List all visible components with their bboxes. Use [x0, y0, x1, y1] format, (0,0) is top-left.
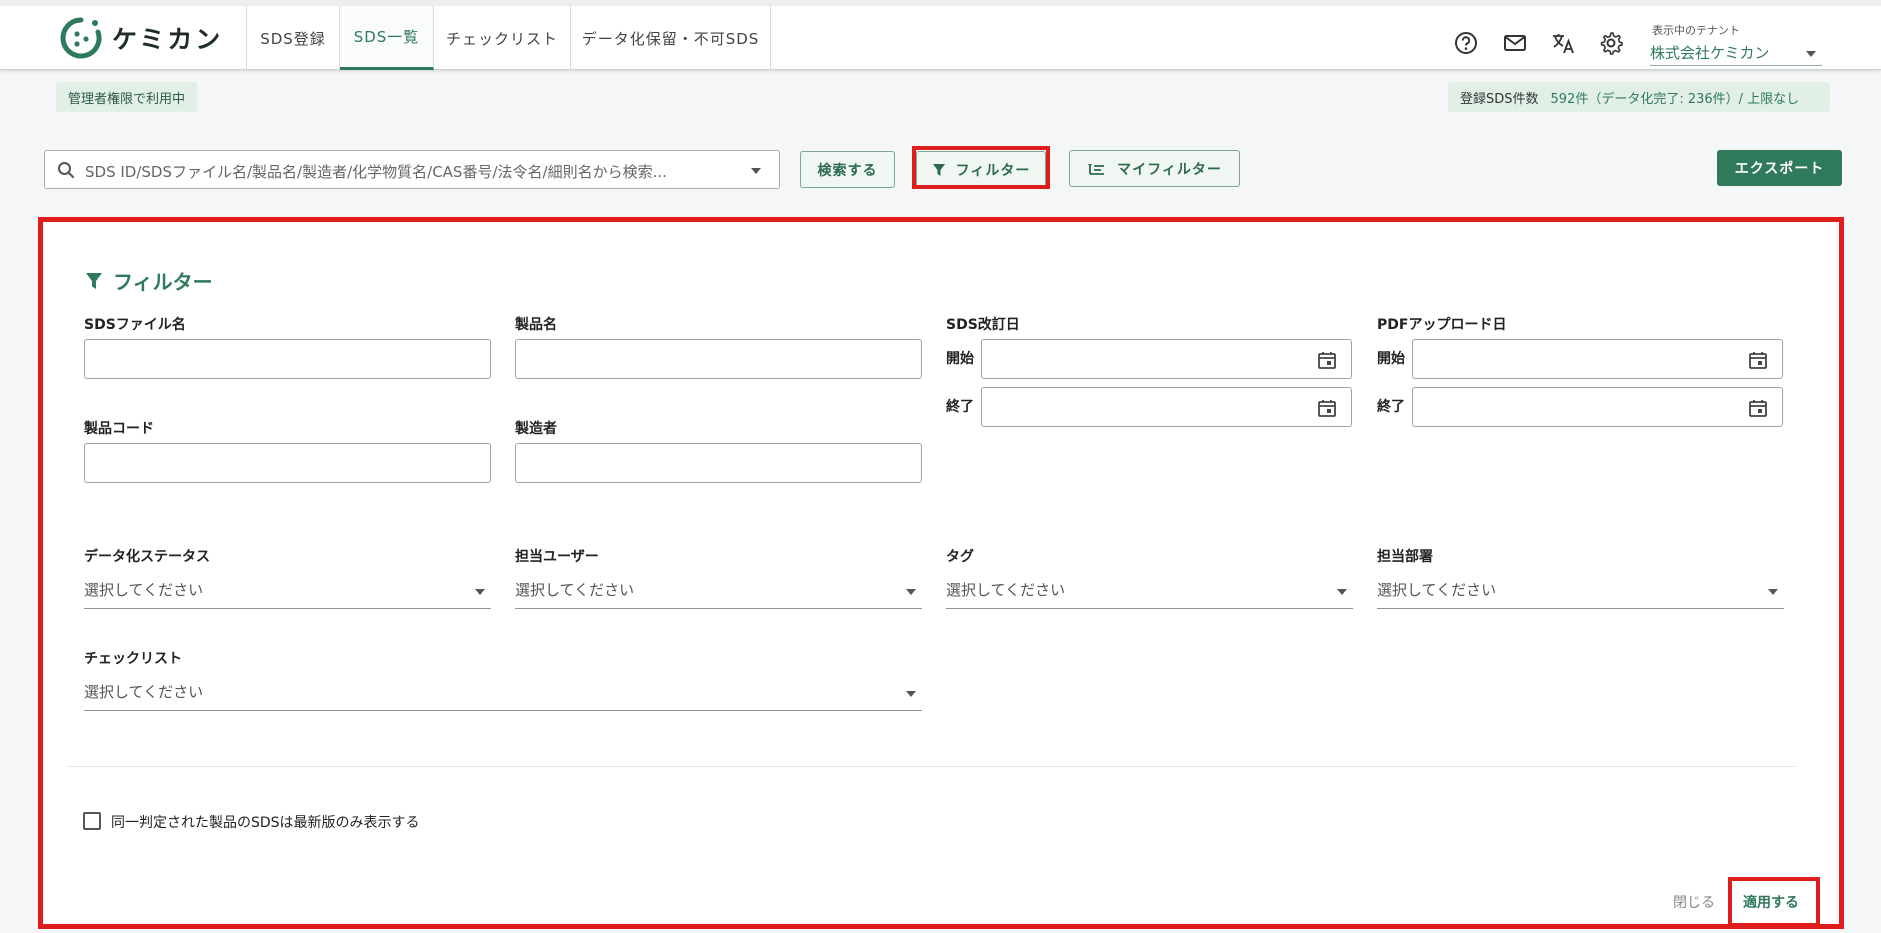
chevron-down-icon	[1768, 589, 1778, 595]
chevron-down-icon	[906, 691, 916, 697]
my-filter-icon	[1088, 163, 1105, 175]
tab-data-hold[interactable]: データ化保留・不可SDS	[571, 6, 771, 70]
pdf-upload-end-date-field[interactable]	[1412, 387, 1783, 427]
my-filter-button[interactable]: マイフィルター	[1069, 150, 1240, 187]
sds-revision-date-label: SDS改訂日	[946, 317, 1020, 333]
admin-badge: 管理者権限で利用中	[56, 82, 198, 112]
tenant-select[interactable]: 株式会社ケミカン	[1650, 40, 1822, 66]
gear-icon[interactable]	[1598, 30, 1624, 56]
help-icon[interactable]	[1453, 30, 1479, 56]
filter-button[interactable]: フィルター	[916, 151, 1046, 188]
search-button[interactable]: 検索する	[800, 151, 895, 188]
tenant-caption: 表示中のテナント	[1652, 24, 1740, 37]
filter-icon	[932, 163, 945, 176]
assigned-user-select[interactable]: 選択してください	[515, 573, 922, 609]
divider	[67, 766, 1795, 767]
translate-icon[interactable]	[1550, 30, 1576, 56]
sds-file-name-label: SDSファイル名	[84, 317, 186, 333]
data-status-placeholder: 選択してください	[84, 581, 204, 599]
department-placeholder: 選択してください	[1377, 581, 1497, 599]
chevron-down-icon	[1806, 51, 1816, 57]
pdf-upload-start-date-field[interactable]	[1412, 339, 1783, 379]
filter-icon	[86, 272, 102, 289]
calendar-icon[interactable]	[1317, 398, 1337, 418]
logo-text: ケミカン	[112, 25, 224, 54]
search-placeholder: SDS ID/SDSファイル名/製品名/製造者/化学物質名/CAS番号/法令名/…	[85, 163, 667, 181]
assigned-user-placeholder: 選択してください	[515, 581, 635, 599]
product-code-label: 製品コード	[84, 421, 154, 437]
chevron-down-icon	[475, 589, 485, 595]
sds-count-label: 登録SDS件数	[1460, 91, 1539, 107]
search-input[interactable]: SDS ID/SDSファイル名/製品名/製造者/化学物質名/CAS番号/法令名/…	[44, 150, 780, 189]
sds-revision-end-label: 終了	[946, 399, 974, 415]
data-status-select[interactable]: 選択してください	[84, 573, 491, 609]
manufacturer-input[interactable]	[515, 443, 922, 483]
pdf-upload-date-label: PDFアップロード日	[1377, 317, 1507, 333]
checklist-select[interactable]: 選択してください	[84, 675, 922, 711]
filter-panel-title: フィルター	[85, 266, 213, 295]
calendar-icon[interactable]	[1748, 350, 1768, 370]
product-name-label: 製品名	[515, 317, 557, 333]
app-logo[interactable]: ケミカン	[60, 16, 223, 60]
sds-count-badge: 登録SDS件数 592件（データ化完了: 236件）/ 上限なし	[1448, 82, 1830, 112]
tag-placeholder: 選択してください	[946, 581, 1066, 599]
top-header: ケミカン SDS登録 SDS一覧 チェックリスト データ化保留・不可SDS 表示…	[0, 0, 1881, 70]
latest-only-label[interactable]: 同一判定された製品のSDSは最新版のみ表示する	[111, 812, 420, 832]
calendar-icon[interactable]	[1317, 350, 1337, 370]
search-dropdown-icon[interactable]	[751, 168, 761, 174]
pdf-upload-start-label: 開始	[1377, 351, 1405, 367]
tenant-value: 株式会社ケミカン	[1650, 44, 1770, 62]
assigned-user-label: 担当ユーザー	[515, 549, 599, 565]
sds-revision-end-date-field[interactable]	[981, 387, 1352, 427]
data-status-label: データ化ステータス	[84, 549, 210, 565]
search-icon	[58, 162, 74, 178]
close-button[interactable]: 閉じる	[1673, 892, 1715, 912]
department-select[interactable]: 選択してください	[1377, 573, 1784, 609]
filter-panel-title-text: フィルター	[113, 270, 213, 294]
tab-checklist[interactable]: チェックリスト	[434, 6, 571, 70]
logo-mark-icon	[60, 17, 102, 59]
checklist-label: チェックリスト	[84, 651, 182, 667]
manufacturer-label: 製造者	[515, 421, 557, 437]
sds-revision-start-label: 開始	[946, 351, 974, 367]
tab-sds-list[interactable]: SDS一覧	[340, 6, 434, 70]
tag-label: タグ	[946, 549, 974, 565]
apply-button[interactable]: 適用する	[1743, 892, 1799, 912]
tag-select[interactable]: 選択してください	[946, 573, 1353, 609]
sds-revision-start-date-field[interactable]	[981, 339, 1352, 379]
export-button[interactable]: エクスポート	[1717, 150, 1842, 186]
product-code-input[interactable]	[84, 443, 491, 483]
calendar-icon[interactable]	[1748, 398, 1768, 418]
checklist-placeholder: 選択してください	[84, 683, 204, 701]
tab-sds-register[interactable]: SDS登録	[247, 6, 340, 70]
filter-button-label: フィルター	[955, 162, 1031, 179]
filter-panel: フィルター SDSファイル名 製品名 SDS改訂日 開始 終了 PDFアップロー…	[38, 217, 1844, 929]
my-filter-button-label: マイフィルター	[1117, 161, 1222, 178]
department-label: 担当部署	[1377, 549, 1433, 565]
pdf-upload-end-label: 終了	[1377, 399, 1405, 415]
main-nav-tabs: SDS登録 SDS一覧 チェックリスト データ化保留・不可SDS	[246, 6, 771, 70]
chevron-down-icon	[1337, 589, 1347, 595]
product-name-input[interactable]	[515, 339, 922, 379]
latest-only-checkbox[interactable]	[83, 812, 101, 830]
mail-icon[interactable]	[1502, 30, 1528, 56]
sds-file-name-input[interactable]	[84, 339, 491, 379]
chevron-down-icon	[906, 589, 916, 595]
sds-count-value: 592件（データ化完了: 236件）/ 上限なし	[1550, 91, 1800, 107]
